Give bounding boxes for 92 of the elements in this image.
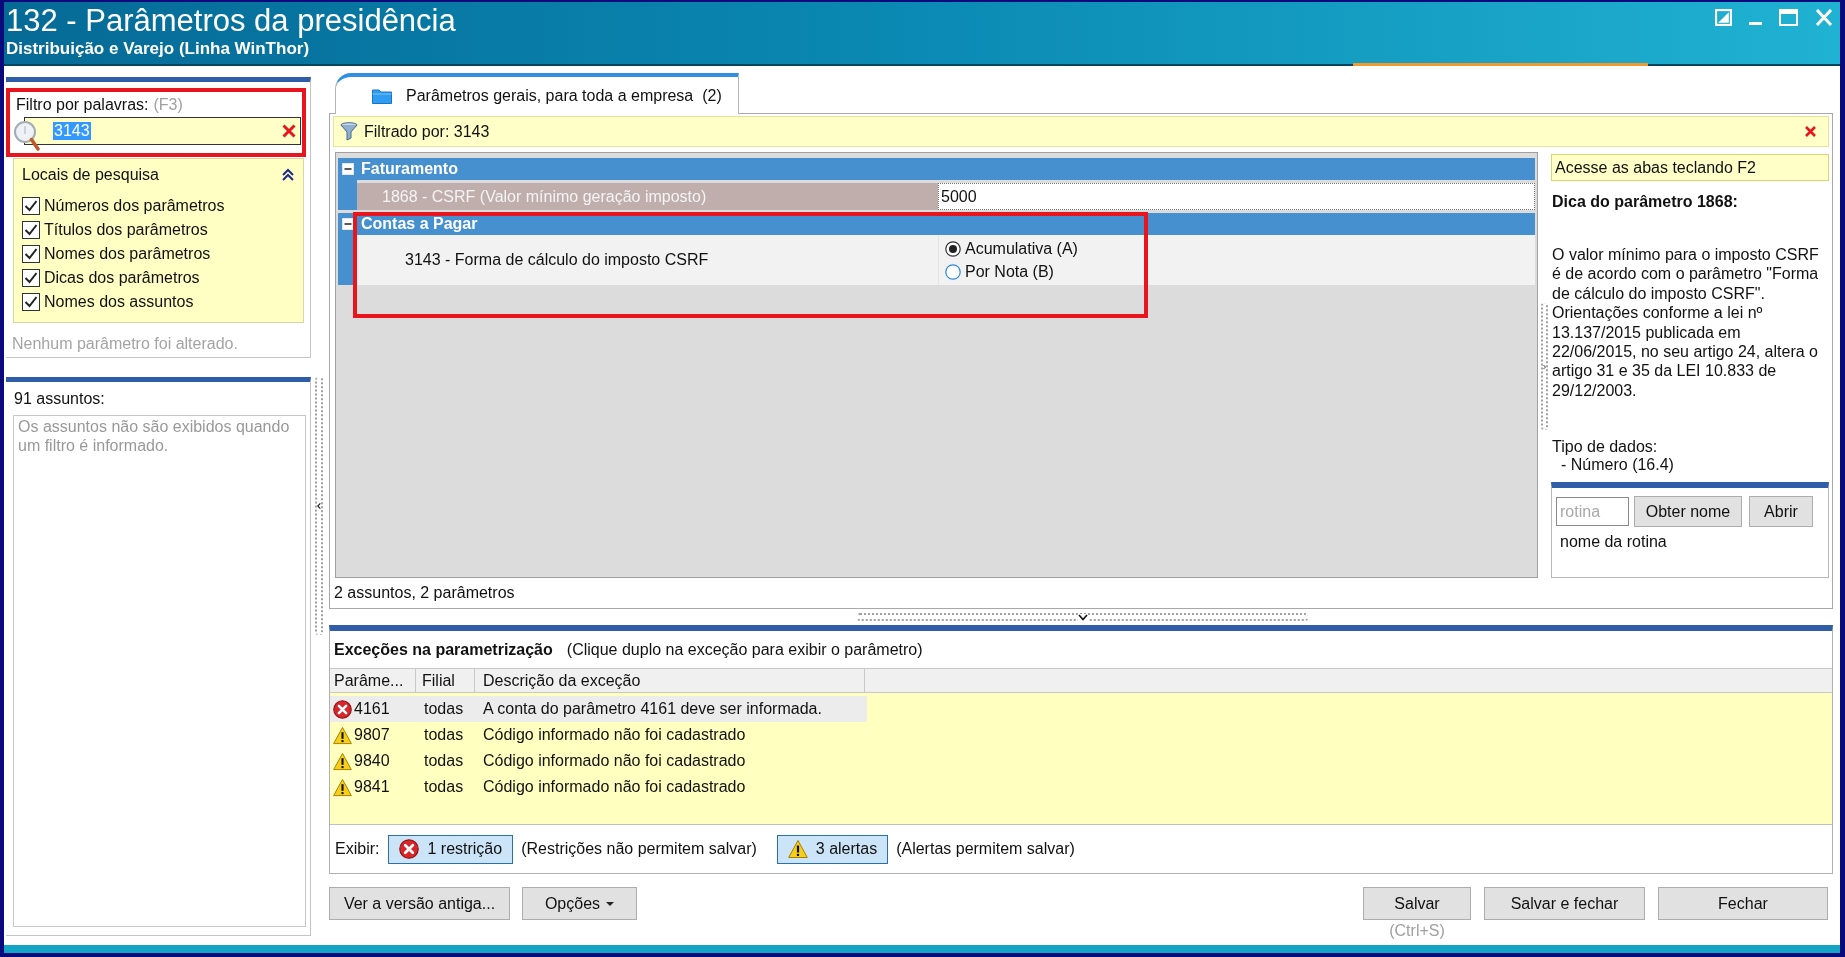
- checkbox-label: Dicas dos parâmetros: [44, 268, 200, 288]
- subjects-list: Os assuntos não são exibidos quando um filtro é informado.: [13, 415, 306, 927]
- column-header[interactable]: Filial: [416, 669, 475, 692]
- window-subtitle: Distribuição e Varejo (Linha WinThor): [6, 39, 311, 58]
- caret-icon: [606, 901, 615, 906]
- shortcut-hint: (F3): [153, 96, 183, 114]
- table-cell-text: todas: [423, 699, 465, 719]
- warning-icon: [787, 839, 808, 859]
- table-cell-text: 9841: [354, 777, 390, 797]
- hint-text: (Clique duplo na exceção para exibir o parâmetro): [566, 639, 923, 660]
- table-cell-text: todas: [423, 751, 465, 771]
- exception-row[interactable]: 9807 todas Código informado não foi cadastrado: [330, 722, 867, 748]
- button[interactable]: Fechar: [1658, 887, 1828, 920]
- checkbox[interactable]: [22, 269, 40, 287]
- table-cell-text: todas: [423, 725, 465, 745]
- group-side-bar: [338, 180, 357, 210]
- table-cell-text: Código informado não foi cadastrado: [482, 725, 747, 745]
- status-text: Nenhum parâmetro foi alterado.: [11, 334, 239, 354]
- exception-row[interactable]: 9840 todas Código informado não foi cadastrado: [330, 748, 867, 774]
- filter-toggle[interactable]: 3 alertas: [776, 834, 889, 864]
- table-cell-text: 9807: [354, 725, 390, 745]
- warning-icon: [333, 751, 352, 771]
- magnifier-icon: [13, 120, 40, 151]
- table-cell-text: todas: [423, 777, 465, 797]
- data-type-value: - Número (16.4): [1560, 456, 1675, 475]
- column-header[interactable]: Descrição da exceção: [475, 669, 865, 692]
- checkbox-label: Nomes dos parâmetros: [44, 244, 211, 264]
- warning-icon: [333, 725, 352, 745]
- double-chevron-up-icon[interactable]: [281, 168, 295, 182]
- button[interactable]: Salvar: [1363, 887, 1471, 920]
- close-icon[interactable]: [1805, 126, 1816, 137]
- radio-button[interactable]: [945, 240, 961, 257]
- exception-row[interactable]: 9841 todas Código informado não foi cadastrado: [330, 774, 867, 800]
- radio-button[interactable]: [945, 263, 961, 280]
- routine-button[interactable]: Obter nome: [1634, 496, 1742, 527]
- radio-label: Acumulativa (A): [965, 238, 1078, 259]
- checkbox-label: Títulos dos parâmetros: [44, 220, 208, 240]
- tip-banner: Acesse as abas teclando F2: [1551, 154, 1829, 181]
- checkbox-label: Nomes dos assuntos: [44, 292, 194, 312]
- summary-text: 2 assuntos, 2 parâmetros: [334, 583, 515, 603]
- checkbox-label: Números dos parâmetros: [44, 196, 225, 216]
- splitter-handle[interactable]: [315, 377, 323, 635]
- filter-label: Filtro por palavras:: [16, 96, 149, 114]
- routine-field[interactable]: rotina: [1556, 497, 1629, 526]
- checkbox[interactable]: [22, 197, 40, 215]
- section-title: Exceções na parametrização: [334, 639, 553, 660]
- tab[interactable]: Parâmetros gerais, para toda a empresa (2): [335, 73, 739, 114]
- chevron-left-icon[interactable]: [317, 501, 321, 511]
- note-text: (Alertas permitem salvar): [896, 839, 1075, 859]
- column-header[interactable]: Parâme...: [330, 669, 416, 692]
- routine-button[interactable]: Abrir: [1749, 496, 1813, 527]
- clear-icon[interactable]: [282, 124, 296, 138]
- checkbox[interactable]: [22, 221, 40, 239]
- checkbox[interactable]: [22, 245, 40, 263]
- show-label: Exibir:: [335, 839, 380, 859]
- filter-text: Filtrado por: 3143: [364, 121, 490, 142]
- radio-label: Por Nota (B): [965, 261, 1054, 282]
- square-diagonal-icon[interactable]: [1715, 9, 1732, 26]
- button[interactable]: Ver a versão antiga...: [329, 887, 510, 920]
- button[interactable]: Salvar e fechar: [1484, 887, 1645, 920]
- filter-toggle[interactable]: 1 restrição: [388, 834, 514, 864]
- folder-icon: [372, 87, 392, 104]
- data-type-label: Tipo de dados:: [1551, 438, 1659, 457]
- subjects-count: 91 assuntos:: [13, 389, 106, 409]
- funnel-icon: [340, 122, 358, 141]
- value-field[interactable]: 5000: [938, 183, 1535, 210]
- checkbox[interactable]: [22, 293, 40, 311]
- parameter-label: 3143 - Forma de cálculo do imposto CSRF: [405, 250, 709, 270]
- table-cell-text: 9840: [354, 751, 390, 771]
- shortcut-hint: (Ctrl+S): [1389, 922, 1445, 939]
- splitter-handle[interactable]: [857, 613, 1308, 621]
- table-cell-text: Código informado não foi cadastrado: [482, 777, 747, 797]
- maximize-icon[interactable]: [1779, 9, 1798, 26]
- error-icon: [333, 699, 352, 719]
- table-cell-text: A conta do parâmetro 4161 deve ser informada.: [482, 699, 823, 719]
- chevron-down-icon[interactable]: [1077, 613, 1088, 621]
- routine-name: nome da rotina: [1559, 533, 1668, 551]
- button[interactable]: Opções: [522, 887, 637, 920]
- note-text: (Restrições não permitem salvar): [521, 839, 757, 859]
- splitter-handle[interactable]: [1541, 303, 1548, 430]
- window-title: 132 - Parâmetros da presidência: [6, 2, 456, 39]
- hint-title: Dica do parâmetro 1868:: [1551, 192, 1739, 212]
- exception-row[interactable]: 4161 todas A conta do parâmetro 4161 deve ser informada.: [330, 696, 867, 722]
- table-cell-text: 4161: [354, 699, 390, 719]
- warning-icon: [333, 777, 352, 797]
- minus-box-icon[interactable]: [342, 218, 354, 230]
- error-icon: [399, 839, 420, 859]
- hint-text: O valor mínimo para o imposto CSRF é de acordo com o parâmetro "Forma de cálculo do imposto CSRF". Orientações conforme a lei nº 13.137/2015 publicada em 22/06/2015, no seu artigo 24, altera o artigo 31 e 35 da LEI 10.833 de 29/12/2003.: [1551, 245, 1820, 401]
- table-cell-text: Código informado não foi cadastrado: [482, 751, 747, 771]
- minus-box-icon[interactable]: [342, 163, 354, 175]
- section-title: Locais de pesquisa: [22, 165, 159, 185]
- parameter-row[interactable]: 3143 - Forma de cálculo do imposto CSRF Acumulativa (A) Por Nota (B): [357, 235, 1535, 285]
